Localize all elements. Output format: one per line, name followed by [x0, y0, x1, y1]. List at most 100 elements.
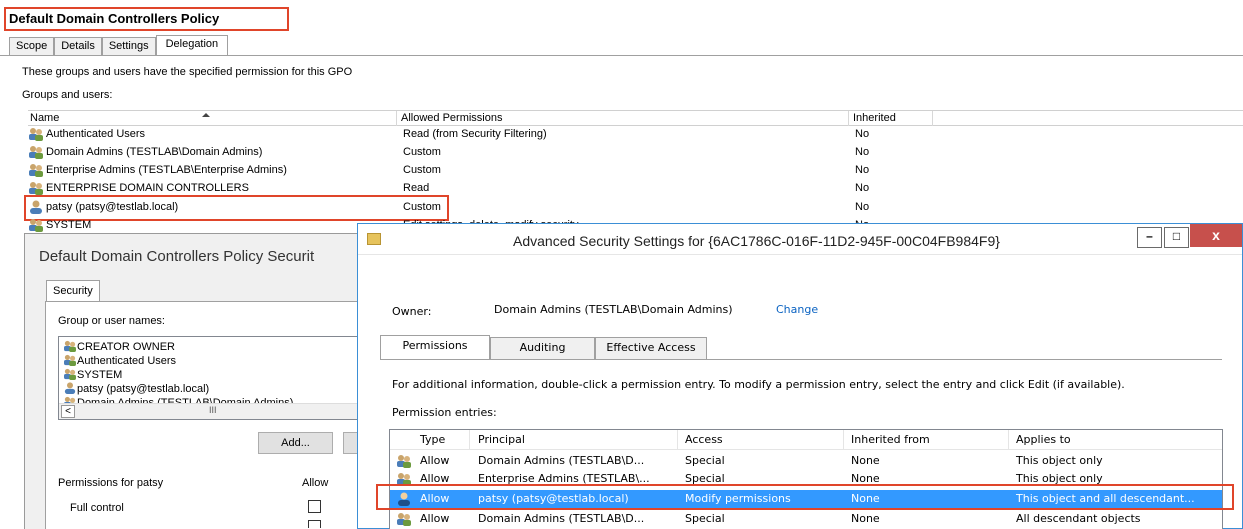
entry-access: Special: [685, 512, 725, 525]
tab-auditing[interactable]: Auditing: [490, 337, 595, 359]
horizontal-scrollbar[interactable]: < III: [59, 403, 357, 419]
entry-inherited-from: None: [851, 472, 880, 485]
entry-applies-to: This object and all descendant...: [1016, 492, 1195, 505]
row-inherited: No: [855, 201, 870, 213]
entry-access: Special: [685, 472, 725, 485]
advanced-security-dialog: Advanced Security Settings for {6AC1786C…: [357, 223, 1243, 529]
row-permission: Read (from Security Filtering): [403, 128, 547, 140]
column-separator: [469, 430, 470, 450]
user-icon: [30, 200, 42, 214]
column-inherited-from[interactable]: Inherited from: [851, 433, 930, 446]
maximize-button[interactable]: □: [1164, 227, 1189, 248]
table-row[interactable]: Allow Enterprise Admins (TESTLAB\... Spe…: [390, 470, 1222, 488]
table-row[interactable]: ENTERPRISE DOMAIN CONTROLLERS Read No: [28, 180, 1243, 196]
permissions-for-label: Permissions for patsy: [58, 477, 164, 489]
close-button[interactable]: x: [1190, 224, 1242, 247]
table-row[interactable]: Enterprise Admins (TESTLAB\Enterprise Ad…: [28, 162, 1243, 178]
gpo-tabs: Scope Details Settings Delegation: [9, 35, 229, 56]
entry-principal: Domain Admins (TESTLAB\D...: [478, 454, 645, 467]
tab-divider: [0, 55, 1243, 56]
delegation-description: These groups and users have the specifie…: [22, 66, 353, 78]
folder-icon: [367, 233, 381, 245]
entries-header: Type Principal Access Inherited from App…: [390, 430, 1222, 450]
scroll-left-button[interactable]: <: [61, 405, 75, 418]
group-icon: [29, 164, 43, 177]
row-name: ENTERPRISE DOMAIN CONTROLLERS: [46, 182, 249, 194]
gpo-title: Default Domain Controllers Policy: [9, 11, 220, 26]
group-icon: [64, 340, 76, 352]
list-item[interactable]: patsy (patsy@testlab.local): [63, 382, 209, 395]
table-row[interactable]: Allow Domain Admins (TESTLAB\D... Specia…: [390, 452, 1222, 470]
title-bar[interactable]: Advanced Security Settings for {6AC1786C…: [358, 224, 1242, 255]
group-icon: [64, 368, 76, 380]
security-panel: Group or user names: CREATOR OWNER Authe…: [45, 301, 373, 529]
tab-divider: [380, 359, 1222, 360]
change-owner-link[interactable]: Change: [776, 303, 818, 316]
row-name: SYSTEM: [46, 219, 92, 231]
add-button[interactable]: Add...: [258, 432, 333, 454]
row-permission: Custom: [403, 146, 441, 158]
column-separator: [1008, 430, 1009, 450]
column-access[interactable]: Access: [685, 433, 723, 446]
table-row[interactable]: patsy (patsy@testlab.local) Custom No: [28, 199, 1243, 215]
entry-type: Allow: [420, 454, 450, 467]
dialog-title: Default Domain Controllers Policy Securi…: [39, 248, 315, 265]
row-permission: Read: [403, 182, 430, 194]
group-icon: [29, 128, 43, 141]
group-icon: [29, 182, 43, 195]
column-principal[interactable]: Principal: [478, 433, 525, 446]
column-name[interactable]: Name: [28, 111, 397, 126]
delegation-grid-header: Name Allowed Permissions Inherited: [28, 110, 1243, 126]
list-item[interactable]: SYSTEM: [63, 368, 122, 381]
permission-entries-list[interactable]: Type Principal Access Inherited from App…: [389, 429, 1223, 529]
full-control-allow-checkbox[interactable]: [308, 500, 321, 513]
entry-principal: patsy (patsy@testlab.local): [478, 492, 629, 505]
table-row[interactable]: Domain Admins (TESTLAB\Domain Admins) Cu…: [28, 144, 1243, 160]
tab-scope[interactable]: Scope: [9, 37, 55, 56]
entry-inherited-from: None: [851, 492, 880, 505]
tab-delegation[interactable]: Delegation: [155, 35, 229, 56]
next-allow-checkbox[interactable]: [308, 520, 321, 528]
table-row[interactable]: Allow Domain Admins (TESTLAB\D... Specia…: [390, 510, 1222, 528]
row-permission: Custom: [403, 164, 441, 176]
row-name: Enterprise Admins (TESTLAB\Enterprise Ad…: [46, 164, 287, 176]
tab-security[interactable]: Security: [46, 280, 100, 302]
entry-principal: Enterprise Admins (TESTLAB\...: [478, 472, 650, 485]
user-name: Authenticated Users: [77, 355, 177, 367]
column-separator: [843, 430, 844, 450]
sort-up-icon: [202, 113, 210, 117]
column-inherited[interactable]: Inherited: [851, 111, 933, 126]
tab-settings[interactable]: Settings: [101, 37, 156, 56]
row-name: patsy (patsy@testlab.local): [46, 201, 179, 213]
list-item[interactable]: CREATOR OWNER: [63, 340, 175, 353]
row-inherited: No: [855, 128, 870, 140]
entry-type: Allow: [420, 492, 450, 505]
perm-full-control-label: Full control: [70, 502, 124, 514]
users-list[interactable]: CREATOR OWNER Authenticated Users SYSTEM…: [58, 336, 358, 420]
column-applies-to[interactable]: Applies to: [1016, 433, 1071, 446]
column-allowed-permissions[interactable]: Allowed Permissions: [399, 111, 849, 126]
security-properties-dialog: Default Domain Controllers Policy Securi…: [24, 233, 373, 529]
groups-label: Groups and users:: [22, 89, 113, 101]
entry-applies-to: All descendant objects: [1016, 512, 1141, 525]
scroll-thumb-grip[interactable]: III: [209, 405, 217, 415]
row-inherited: No: [855, 164, 870, 176]
list-item[interactable]: Authenticated Users: [63, 354, 176, 367]
entry-principal: Domain Admins (TESTLAB\D...: [478, 512, 645, 525]
column-type[interactable]: Type: [420, 433, 445, 446]
tab-details[interactable]: Details: [54, 37, 102, 56]
entry-type: Allow: [420, 512, 450, 525]
table-row-selected[interactable]: Allow patsy (patsy@testlab.local) Modify…: [390, 490, 1222, 508]
user-name: CREATOR OWNER: [77, 341, 175, 353]
group-icon: [397, 513, 411, 526]
table-row[interactable]: Authenticated Users Read (from Security …: [28, 126, 1243, 142]
dialog-body: Security Group or user names: CREATOR OW…: [25, 278, 373, 529]
entry-access: Special: [685, 454, 725, 467]
minimize-button[interactable]: –: [1137, 227, 1162, 248]
group-icon: [64, 354, 76, 366]
tab-effective-access[interactable]: Effective Access: [595, 337, 707, 359]
column-separator: [677, 430, 678, 450]
row-name: Domain Admins (TESTLAB\Domain Admins): [46, 146, 263, 158]
row-name: Authenticated Users: [46, 128, 146, 140]
tab-permissions[interactable]: Permissions: [380, 335, 490, 360]
